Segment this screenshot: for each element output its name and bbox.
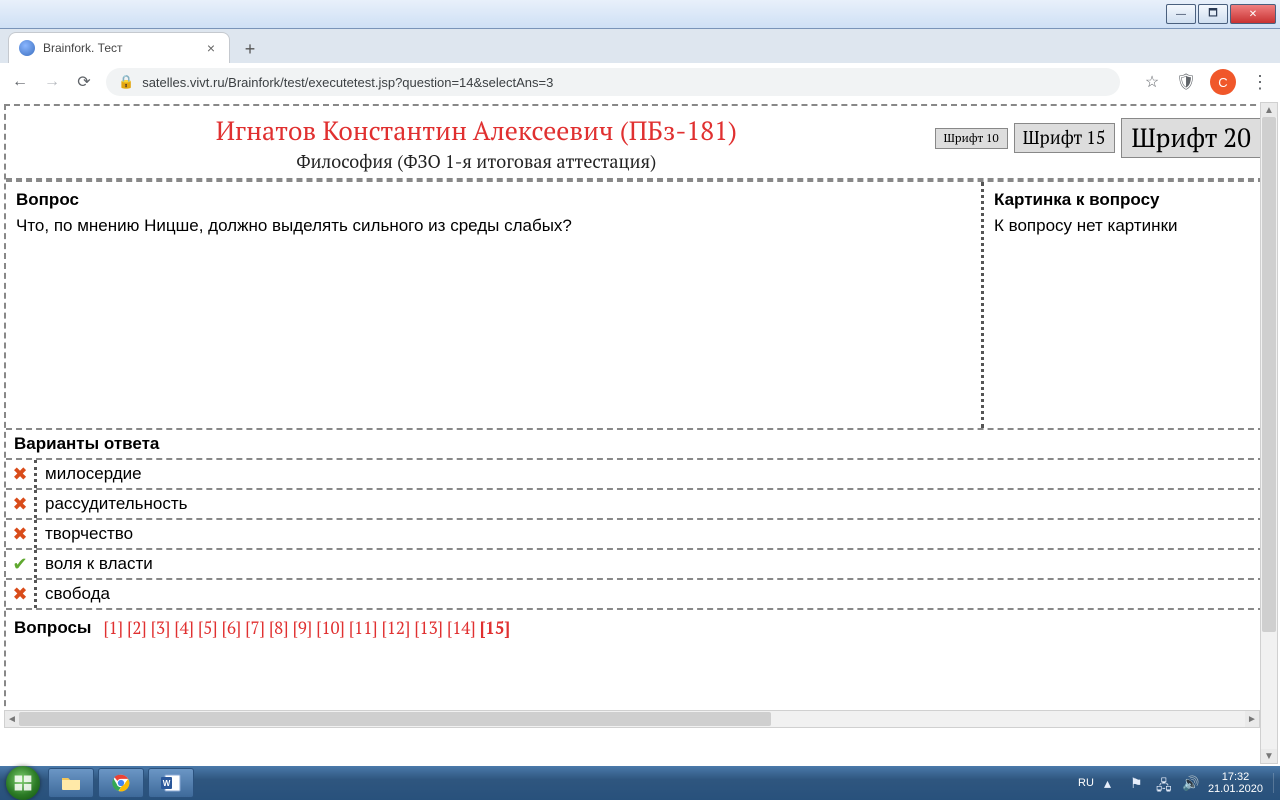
shield-icon[interactable]: 🛡: [1176, 72, 1196, 92]
scroll-down-icon[interactable]: ▼: [1261, 749, 1277, 763]
start-button[interactable]: [6, 766, 40, 800]
horizontal-scrollbar[interactable]: ◄ ►: [4, 710, 1260, 728]
window-maximize-button[interactable]: 🗖: [1198, 4, 1228, 24]
new-tab-button[interactable]: +: [236, 35, 264, 63]
test-header: Игнатов Константин Алексеевич (ПБз-181) …: [6, 106, 1274, 180]
star-icon[interactable]: ☆: [1142, 72, 1162, 92]
browser-tab[interactable]: Brainfork. Тест ×: [8, 32, 230, 63]
cross-icon: ✖: [6, 584, 34, 605]
answer-text: творчество: [34, 520, 1274, 548]
answer-row[interactable]: ✖милосердие: [6, 458, 1274, 488]
speaker-icon[interactable]: 🔊: [1182, 775, 1198, 791]
clock[interactable]: 17:32 21.01.2020: [1208, 771, 1263, 795]
answer-row[interactable]: ✖рассудительность: [6, 488, 1274, 518]
check-icon: ✔: [6, 554, 34, 575]
page-content: Игнатов Константин Алексеевич (ПБз-181) …: [0, 100, 1280, 766]
network-icon[interactable]: 🖧: [1156, 775, 1172, 791]
question-link[interactable]: [7]: [245, 616, 269, 639]
url-text: satelles.vivt.ru/Brainfork/test/executet…: [142, 75, 553, 90]
scroll-right-icon[interactable]: ►: [1245, 711, 1259, 727]
question-text: Что, по мнению Ницше, должно выделять си…: [16, 216, 971, 236]
answer-text: свобода: [34, 580, 1274, 608]
question-link[interactable]: [9]: [293, 616, 317, 639]
cross-icon: ✖: [6, 494, 34, 515]
question-row: Вопрос Что, по мнению Ницше, должно выде…: [6, 180, 1274, 428]
font-size-10-button[interactable]: Шрифт 10: [935, 128, 1008, 149]
system-tray: RU ▴ ⚑ 🖧 🔊 17:32 21.01.2020: [1078, 771, 1274, 795]
question-link[interactable]: [6]: [222, 616, 246, 639]
flag-icon[interactable]: ⚑: [1130, 775, 1146, 791]
word-icon: W: [161, 774, 181, 792]
scroll-thumb[interactable]: [1262, 117, 1276, 632]
language-indicator[interactable]: RU: [1078, 777, 1094, 789]
browser-toolbar: ← → ⟳ 🔒 satelles.vivt.ru/Brainfork/test/…: [0, 63, 1280, 102]
scroll-thumb[interactable]: [19, 712, 771, 726]
tab-title: Brainfork. Тест: [43, 41, 123, 55]
chrome-icon: [112, 774, 130, 792]
address-bar[interactable]: 🔒 satelles.vivt.ru/Brainfork/test/execut…: [106, 68, 1120, 96]
window-close-button[interactable]: ✕: [1230, 4, 1276, 24]
font-size-20-button[interactable]: Шрифт 20: [1121, 118, 1263, 158]
answer-row[interactable]: ✖творчество: [6, 518, 1274, 548]
show-desktop-button[interactable]: [1273, 773, 1274, 793]
question-link[interactable]: [12]: [382, 616, 415, 639]
answer-text: рассудительность: [34, 490, 1274, 518]
close-tab-icon[interactable]: ×: [203, 40, 219, 56]
reload-icon[interactable]: ⟳: [74, 72, 94, 92]
answer-row[interactable]: ✔воля к власти: [6, 548, 1274, 578]
test-subject: Философия (ФЗО 1-я итоговая аттестация): [18, 150, 935, 174]
taskbar-chrome[interactable]: [98, 768, 144, 798]
questions-nav: Вопросы [1] [2] [3] [4] [5] [6] [7] [8] …: [6, 608, 1274, 645]
question-link[interactable]: [4]: [174, 616, 198, 639]
question-link[interactable]: [10]: [316, 616, 349, 639]
question-link[interactable]: [3]: [151, 616, 175, 639]
answer-text: милосердие: [34, 460, 1274, 488]
clock-date: 21.01.2020: [1208, 783, 1263, 795]
answer-text: воля к власти: [34, 550, 1274, 578]
forward-icon: →: [42, 72, 62, 92]
lock-icon: 🔒: [118, 74, 134, 90]
scroll-left-icon[interactable]: ◄: [5, 711, 19, 727]
browser-tab-strip: Brainfork. Тест × +: [0, 29, 1280, 63]
taskbar-word[interactable]: W: [148, 768, 194, 798]
menu-icon[interactable]: ⋮: [1250, 72, 1270, 92]
answers-list: ✖милосердие✖рассудительность✖творчество✔…: [6, 458, 1274, 608]
folder-icon: [61, 775, 81, 791]
question-cell: Вопрос Что, по мнению Ницше, должно выде…: [6, 182, 984, 428]
taskbar: W RU ▴ ⚑ 🖧 🔊 17:32 21.01.2020: [0, 766, 1280, 800]
questions-nav-label: Вопросы: [14, 618, 91, 638]
question-link[interactable]: [14]: [447, 616, 480, 639]
answers-label: Варианты ответа: [6, 428, 1274, 458]
vertical-scrollbar[interactable]: ▲ ▼: [1260, 102, 1278, 764]
font-size-15-button[interactable]: Шрифт 15: [1014, 123, 1115, 153]
question-image-cell: Картинка к вопросу К вопросу нет картинк…: [984, 182, 1274, 428]
window-titlebar: — 🗖 ✕: [0, 0, 1280, 29]
student-name: Игнатов Константин Алексеевич (ПБз-181): [18, 114, 935, 148]
question-link[interactable]: [5]: [198, 616, 222, 639]
taskbar-explorer[interactable]: [48, 768, 94, 798]
question-link[interactable]: [15]: [480, 616, 510, 639]
question-link[interactable]: [8]: [269, 616, 293, 639]
profile-avatar[interactable]: C: [1210, 69, 1236, 95]
cross-icon: ✖: [6, 464, 34, 485]
answer-row[interactable]: ✖свобода: [6, 578, 1274, 608]
globe-icon: [19, 40, 35, 56]
question-link[interactable]: [1]: [103, 616, 127, 639]
window-minimize-button[interactable]: —: [1166, 4, 1196, 24]
question-link[interactable]: [11]: [349, 616, 382, 639]
tray-up-icon[interactable]: ▴: [1104, 775, 1120, 791]
cross-icon: ✖: [6, 524, 34, 545]
windows-icon: [13, 773, 33, 793]
clock-time: 17:32: [1208, 771, 1263, 783]
svg-text:W: W: [163, 779, 171, 788]
question-link[interactable]: [13]: [414, 616, 447, 639]
question-label: Вопрос: [16, 190, 971, 216]
back-icon[interactable]: ←: [10, 72, 30, 92]
scroll-up-icon[interactable]: ▲: [1261, 103, 1277, 117]
no-picture-text: К вопросу нет картинки: [994, 216, 1264, 236]
picture-label: Картинка к вопросу: [994, 190, 1264, 216]
question-link[interactable]: [2]: [127, 616, 151, 639]
